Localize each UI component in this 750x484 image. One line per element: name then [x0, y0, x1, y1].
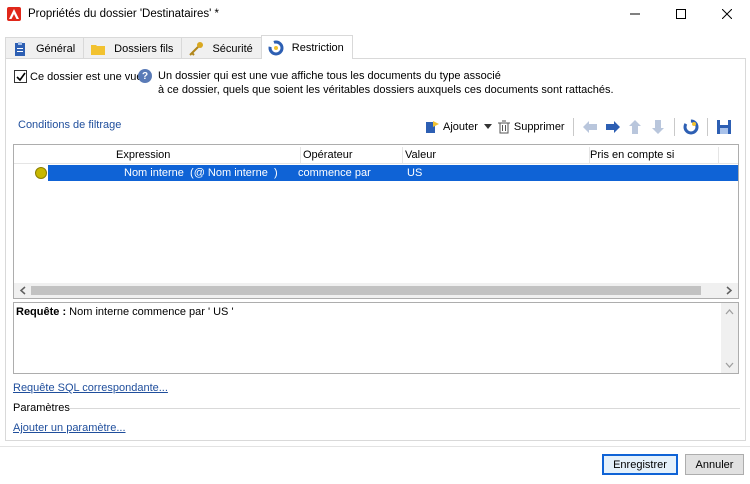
column-divider: [300, 147, 301, 163]
arrow-right-icon[interactable]: [605, 120, 621, 134]
view-checkbox-row: Ce dossier est une vue: [14, 70, 143, 83]
query-text: Requête : Nom interne commence par ' US …: [16, 306, 234, 318]
filter-section-title: Conditions de filtrage: [18, 119, 122, 131]
scroll-down-icon[interactable]: [725, 362, 734, 368]
add-button[interactable]: Ajouter: [424, 119, 492, 135]
minimize-icon: [630, 13, 640, 15]
close-icon: [722, 9, 732, 19]
query-value: Nom interne commence par ' US ': [66, 306, 234, 318]
column-divider: [718, 147, 719, 163]
scroll-up-icon[interactable]: [725, 309, 734, 315]
help-icon: ?: [138, 69, 152, 83]
arrow-down-icon[interactable]: [651, 119, 665, 135]
delete-button-label: Supprimer: [513, 121, 565, 133]
checkmark-icon: [16, 72, 26, 82]
cell-value[interactable]: US: [407, 167, 422, 179]
chevron-down-icon[interactable]: [483, 124, 492, 130]
query-label: Requête :: [16, 306, 67, 318]
minimize-button[interactable]: [612, 0, 658, 28]
add-condition-icon: [426, 121, 439, 133]
save-icon[interactable]: [716, 119, 732, 135]
delete-button[interactable]: Supprimer: [497, 120, 565, 134]
tab-subfolders[interactable]: Dossiers fils: [83, 37, 183, 59]
arrow-up-icon[interactable]: [628, 119, 642, 135]
column-divider: [402, 147, 403, 163]
grid-header: Expression Opérateur Valeur Pris en comp…: [14, 145, 738, 164]
save-button[interactable]: Enregistrer: [602, 454, 678, 475]
toolbar-separator: [673, 118, 675, 136]
view-checkbox[interactable]: [14, 70, 27, 83]
filter-toolbar: Ajouter Supprimer: [424, 116, 732, 138]
maximize-button[interactable]: [658, 0, 704, 28]
tab-bar: Général Dossiers fils Sécurité Restricti…: [5, 35, 353, 59]
condition-status-icon: [35, 167, 47, 179]
trash-icon: [497, 120, 510, 134]
parameters-label: Paramètres: [13, 402, 70, 414]
tab-security[interactable]: Sécurité: [181, 37, 262, 59]
tab-security-label: Sécurité: [212, 42, 253, 55]
scroll-right-icon[interactable]: [724, 286, 734, 295]
toolbar-separator: [572, 118, 574, 136]
cell-operator[interactable]: commence par: [298, 167, 371, 179]
help-text: Un dossier qui est une vue affiche tous …: [158, 69, 614, 97]
help-text-line2: à ce dossier, quels que soient les vérit…: [158, 84, 614, 96]
refresh-icon[interactable]: [683, 119, 699, 135]
tab-restriction[interactable]: Restriction: [260, 35, 353, 59]
footer-divider: [0, 446, 750, 447]
cancel-button[interactable]: Annuler: [685, 454, 744, 475]
column-expression[interactable]: Expression: [116, 149, 170, 161]
column-operator[interactable]: Opérateur: [303, 149, 353, 161]
folder-icon: [90, 41, 106, 57]
tab-subfolders-label: Dossiers fils: [114, 42, 174, 55]
conditions-grid[interactable]: Expression Opérateur Valeur Pris en comp…: [13, 144, 739, 299]
clipboard-icon: [12, 41, 28, 57]
parameters-divider: [70, 408, 740, 409]
cell-expression[interactable]: Nom interne (@ Nom interne ): [124, 167, 278, 179]
query-box[interactable]: Requête : Nom interne commence par ' US …: [13, 302, 739, 374]
close-button[interactable]: [704, 0, 750, 28]
column-value[interactable]: Valeur: [405, 149, 436, 161]
sql-query-link[interactable]: Requête SQL correspondante...: [13, 382, 168, 394]
tab-general[interactable]: Général: [5, 37, 85, 59]
window-title: Propriétés du dossier 'Destinataires' *: [28, 8, 220, 20]
key-icon: [188, 41, 204, 57]
tab-general-label: Général: [36, 42, 76, 55]
scroll-thumb[interactable]: [31, 286, 701, 295]
add-button-label: Ajouter: [443, 121, 478, 133]
toolbar-separator: [706, 118, 708, 136]
vertical-scrollbar[interactable]: [721, 303, 738, 373]
view-checkbox-label[interactable]: Ce dossier est une vue: [30, 71, 143, 83]
horizontal-scrollbar[interactable]: [14, 283, 738, 298]
help-text-line1: Un dossier qui est une vue affiche tous …: [158, 70, 501, 82]
restriction-icon: [268, 40, 284, 56]
tab-restriction-label: Restriction: [291, 41, 344, 54]
scroll-left-icon[interactable]: [18, 286, 28, 295]
app-icon: [7, 7, 21, 21]
add-parameter-link[interactable]: Ajouter un paramètre...: [13, 422, 126, 434]
column-condition[interactable]: Pris en compte si: [590, 149, 674, 161]
arrow-left-icon[interactable]: [582, 120, 598, 134]
maximize-icon: [676, 9, 686, 19]
table-row[interactable]: Nom interne (@ Nom interne ) commence pa…: [14, 165, 738, 181]
